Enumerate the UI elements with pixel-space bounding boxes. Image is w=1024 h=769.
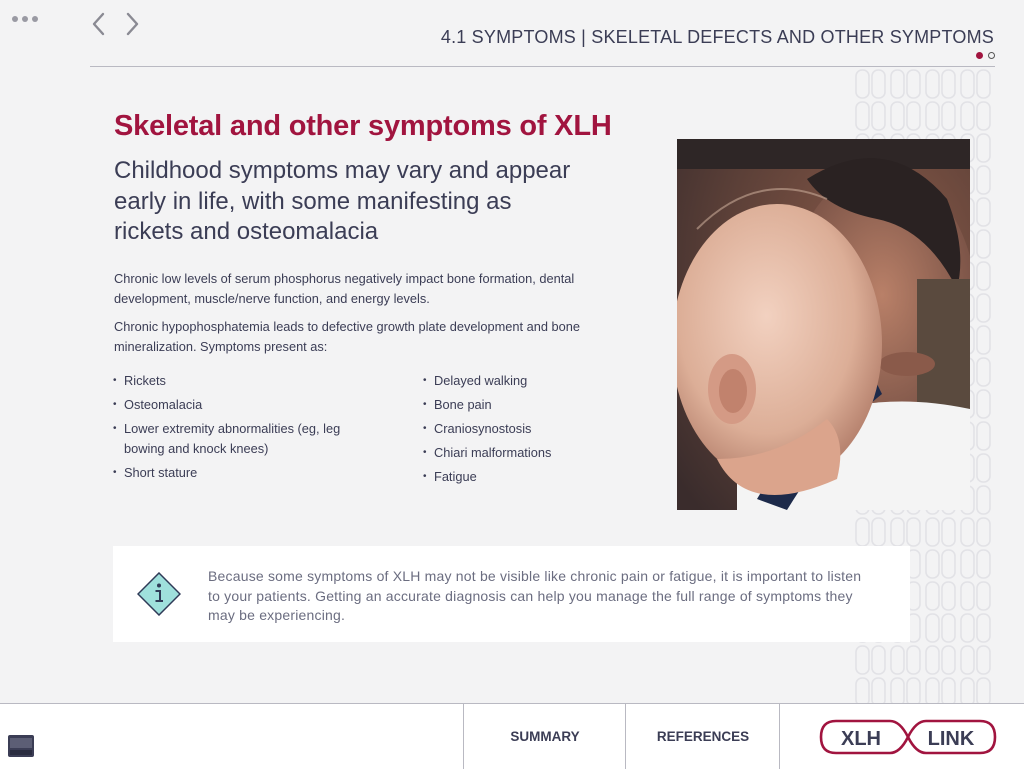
list-item: Craniosynostosis (423, 419, 643, 439)
footer-bar: SUMMARY REFERENCES XLH LINK (0, 703, 1024, 769)
info-diamond-icon (137, 572, 181, 616)
xlh-link-logo[interactable]: XLH LINK (818, 718, 998, 756)
more-menu-button[interactable] (12, 16, 38, 22)
page-dot-2[interactable] (988, 52, 995, 59)
symptoms-list-left: Rickets Osteomalacia Lower extremity abn… (113, 371, 383, 487)
page-indicator (976, 52, 995, 59)
tray-icon[interactable] (6, 730, 36, 760)
chevron-right-icon[interactable] (121, 10, 143, 38)
chevron-left-icon[interactable] (88, 10, 110, 38)
list-item: Lower extremity abnormalities (eg, leg b… (113, 419, 383, 459)
list-item: Chiari malformations (423, 443, 643, 463)
section-title: 4.1 SYMPTOMS | SKELETAL DEFECTS AND OTHE… (440, 27, 994, 47)
symptoms-list-right: Delayed walking Bone pain Craniosynostos… (423, 371, 643, 491)
intro-paragraph: Chronic low levels of serum phosphorus n… (114, 271, 575, 306)
summary-button[interactable]: SUMMARY (463, 704, 626, 769)
references-button[interactable]: REFERENCES (625, 704, 780, 769)
list-item: Fatigue (423, 467, 643, 487)
list-item: Delayed walking (423, 371, 643, 391)
page-subheading: Childhood symptoms may vary and appear e… (114, 157, 571, 245)
info-text: Because some symptoms of XLH may not be … (208, 568, 862, 623)
header-divider (90, 66, 995, 67)
logo-xlh-text: XLH (841, 728, 881, 750)
baby-photo (677, 139, 970, 510)
more-dots-icon (12, 16, 18, 22)
symptoms-intro-paragraph: Chronic hypophosphatemia leads to defect… (114, 319, 580, 354)
list-item: Osteomalacia (113, 395, 383, 415)
list-item: Bone pain (423, 395, 643, 415)
logo-area: XLH LINK (779, 704, 1024, 769)
page-heading: Skeletal and other symptoms of XLH (114, 110, 612, 142)
list-item: Short stature (113, 463, 383, 483)
page-dot-1[interactable] (976, 52, 983, 59)
info-callout: Because some symptoms of XLH may not be … (113, 546, 910, 642)
list-item: Rickets (113, 371, 383, 391)
logo-link-text: LINK (928, 728, 975, 750)
